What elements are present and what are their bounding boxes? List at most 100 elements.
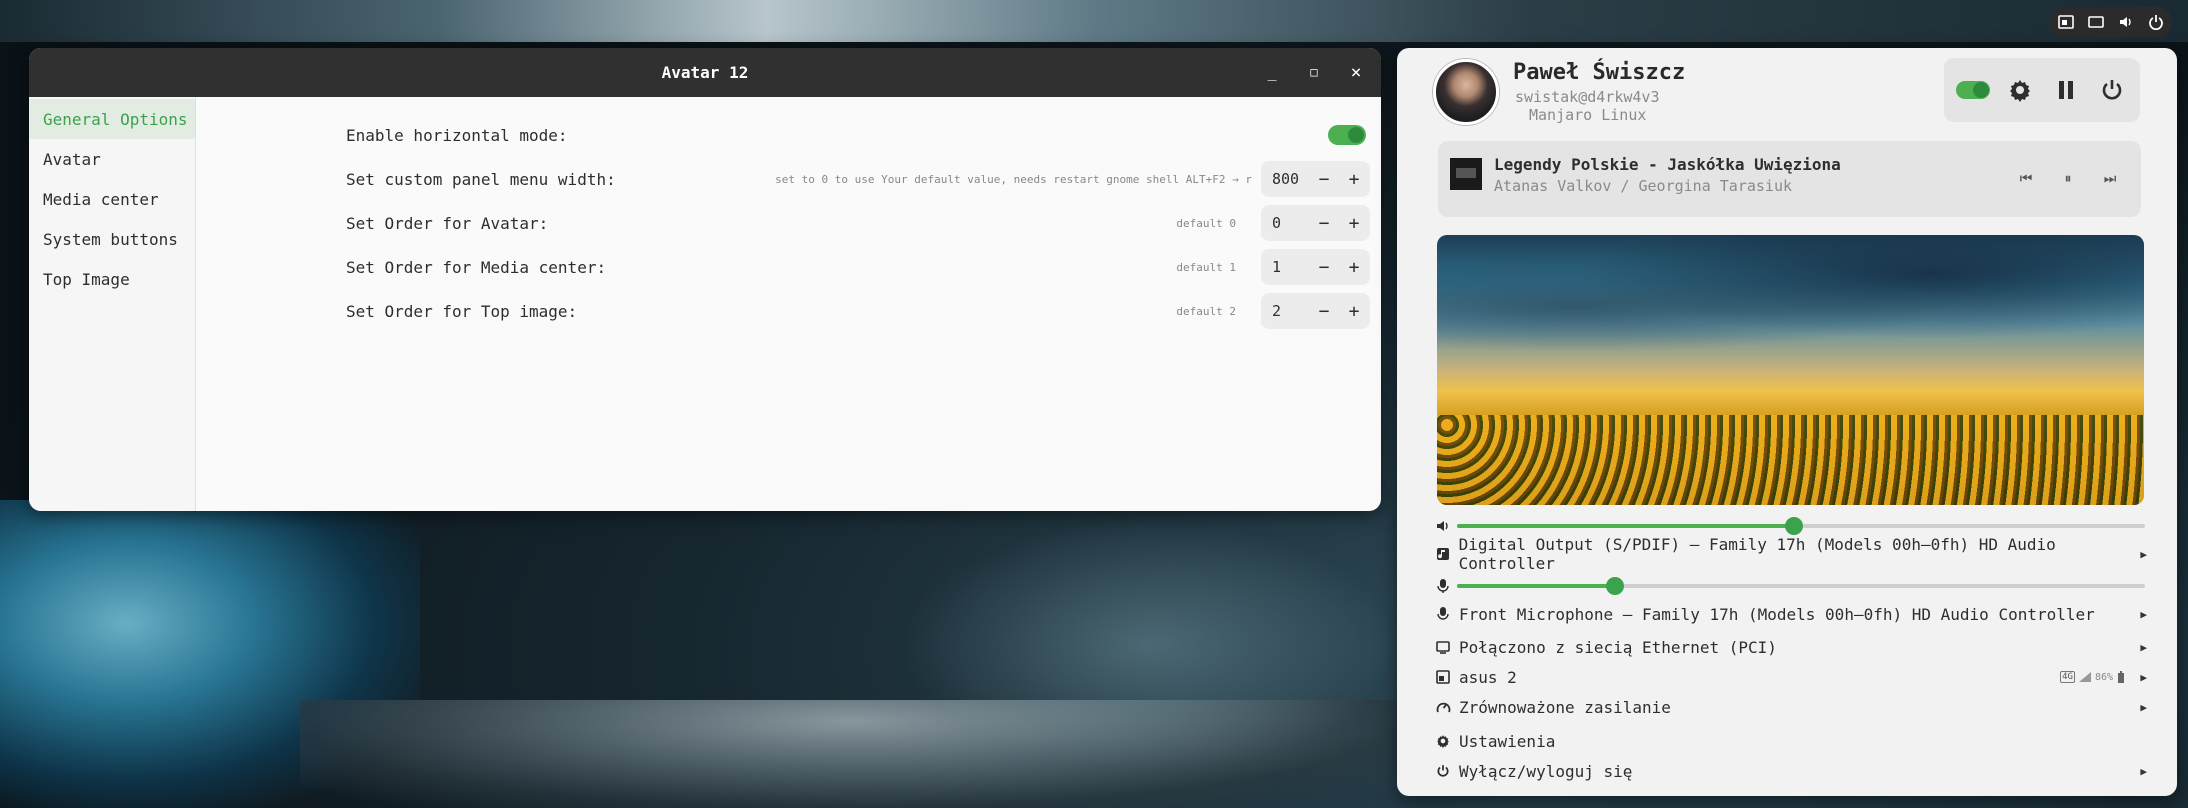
battery-icon	[2118, 671, 2124, 683]
user-name: Paweł Świszcz	[1513, 60, 1686, 85]
chevron-right-icon: ▶	[2140, 700, 2147, 714]
width-spinner[interactable]: 800 − +	[1261, 161, 1370, 197]
volume-icon[interactable]	[2118, 14, 2134, 30]
input-volume-slider[interactable]	[1457, 577, 2145, 595]
output-device-item[interactable]: Digital Output (S/PDIF) – Family 17h (Mo…	[1433, 535, 2147, 573]
input-device-item[interactable]: Front Microphone – Family 17h (Models 00…	[1433, 600, 2147, 628]
device-item[interactable]: asus 2 4G 86% ▶	[1433, 663, 2147, 691]
decrement-button[interactable]: −	[1309, 301, 1339, 322]
slider-fill	[1457, 524, 1794, 528]
gauge-icon	[1433, 697, 1453, 717]
device-label: asus 2	[1459, 667, 1517, 687]
top-bar-indicators[interactable]	[2050, 7, 2172, 37]
next-track-icon[interactable]: ⏭	[2100, 171, 2120, 187]
sidebar-item-media-center[interactable]: Media center	[29, 179, 195, 219]
decrement-button[interactable]: −	[1309, 169, 1339, 190]
speaker-icon[interactable]	[1433, 516, 1453, 536]
system-buttons	[1944, 58, 2140, 122]
track-artist: Atanas Valkov / Georgina Tarasiuk	[1494, 177, 1793, 195]
wallpaper-fog	[900, 520, 1400, 770]
quick-toggle[interactable]	[1956, 81, 1990, 99]
battery-percent: 86%	[2094, 671, 2113, 683]
increment-button[interactable]: +	[1339, 301, 1369, 322]
settings-sidebar: General Options Avatar Media center Syst…	[29, 97, 196, 511]
decrement-button[interactable]: −	[1309, 213, 1339, 234]
screen-share-icon[interactable]	[2058, 14, 2074, 30]
setting-label: Set custom panel menu width:	[346, 169, 616, 189]
logout-label: Wyłącz/wyloguj się	[1459, 761, 1633, 781]
top-image-sunflowers	[1437, 235, 2144, 505]
order-media-spinner[interactable]: 1 − +	[1261, 249, 1370, 285]
phone-link-icon	[1433, 667, 1453, 687]
music-note-icon	[1433, 544, 1453, 564]
ethernet-item[interactable]: Połączono z siecią Ethernet (PCI) ▶	[1433, 633, 2147, 661]
settings-window: Avatar 12 _ □ × General Options Avatar M…	[29, 48, 1381, 511]
pause-icon[interactable]	[2050, 74, 2082, 106]
microphone-icon[interactable]	[1433, 576, 1453, 596]
output-device-label: Digital Output (S/PDIF) – Family 17h (Mo…	[1458, 535, 2056, 573]
user-host: swistak@d4rkw4v3	[1515, 88, 1660, 106]
setting-order-avatar: Set Order for Avatar: default 0 0 − +	[346, 203, 1370, 243]
network-icon	[1433, 637, 1453, 657]
window-titlebar[interactable]: Avatar 12 _ □ ×	[29, 48, 1381, 97]
signal-badge: 4G	[2060, 671, 2075, 683]
spinner-value[interactable]: 2	[1261, 302, 1309, 320]
increment-button[interactable]: +	[1339, 169, 1369, 190]
microphone-icon	[1433, 604, 1453, 624]
power-icon[interactable]	[2096, 74, 2128, 106]
setting-order-media: Set Order for Media center: default 1 1 …	[346, 247, 1370, 287]
decrement-button[interactable]: −	[1309, 257, 1339, 278]
setting-hint: default 0	[1176, 216, 1236, 230]
maximize-button[interactable]: □	[1302, 60, 1326, 84]
sidebar-item-top-image[interactable]: Top Image	[29, 259, 195, 299]
power-icon[interactable]	[2148, 14, 2164, 30]
image-sunflower-field	[1437, 415, 2144, 505]
setting-label: Set Order for Media center:	[346, 257, 607, 277]
user-menu-panel: Paweł Świszcz swistak@d4rkw4v3 Manjaro L…	[1397, 48, 2177, 796]
chevron-right-icon: ▶	[2140, 640, 2147, 654]
chevron-right-icon: ▶	[2140, 547, 2147, 561]
setting-panel-width: Set custom panel menu width: set to 0 to…	[346, 159, 1370, 199]
avatar[interactable]	[1433, 59, 1499, 125]
slider-knob[interactable]	[1785, 517, 1803, 535]
order-top-image-spinner[interactable]: 2 − +	[1261, 293, 1370, 329]
image-sky	[1437, 235, 2144, 365]
settings-content: Enable horizontal mode: Set custom panel…	[196, 97, 1381, 511]
minimize-button[interactable]: _	[1260, 60, 1284, 84]
previous-track-icon[interactable]: ⏮	[2016, 171, 2036, 187]
album-cover	[1450, 158, 1482, 190]
logout-item[interactable]: Wyłącz/wyloguj się ▶	[1433, 757, 2147, 785]
spinner-value[interactable]: 800	[1261, 170, 1309, 188]
gear-icon[interactable]	[2004, 74, 2036, 106]
spinner-value[interactable]: 0	[1261, 214, 1309, 232]
settings-item[interactable]: Ustawienia	[1433, 727, 2147, 755]
device-status: 4G 86%	[2060, 671, 2125, 683]
horizontal-mode-toggle[interactable]	[1328, 125, 1366, 145]
setting-label: Enable horizontal mode:	[346, 125, 568, 145]
user-distro: Manjaro Linux	[1529, 106, 1647, 124]
slider-fill	[1457, 584, 1615, 588]
setting-hint: default 2	[1176, 304, 1236, 318]
pause-track-icon[interactable]: ⏸	[2058, 171, 2078, 187]
power-mode-item[interactable]: Zrównoważone zasilanie ▶	[1433, 693, 2147, 721]
sidebar-item-general-options[interactable]: General Options	[29, 99, 195, 139]
increment-button[interactable]: +	[1339, 257, 1369, 278]
ethernet-label: Połączono z siecią Ethernet (PCI)	[1459, 637, 1777, 657]
sidebar-item-system-buttons[interactable]: System buttons	[29, 219, 195, 259]
output-volume-slider[interactable]	[1457, 517, 2145, 535]
close-button[interactable]: ×	[1344, 60, 1368, 84]
power-mode-label: Zrównoważone zasilanie	[1459, 697, 1671, 717]
setting-hint: default 1	[1176, 260, 1236, 274]
display-icon[interactable]	[2088, 14, 2104, 30]
order-avatar-spinner[interactable]: 0 − +	[1261, 205, 1370, 241]
slider-knob[interactable]	[1606, 577, 1624, 595]
chevron-right-icon: ▶	[2140, 764, 2147, 778]
spinner-value[interactable]: 1	[1261, 258, 1309, 276]
input-device-label: Front Microphone – Family 17h (Models 00…	[1459, 604, 2095, 624]
setting-label: Set Order for Top image:	[346, 301, 578, 321]
increment-button[interactable]: +	[1339, 213, 1369, 234]
power-icon	[1433, 761, 1453, 781]
sidebar-item-avatar[interactable]: Avatar	[29, 139, 195, 179]
setting-hint: set to 0 to use Your default value, need…	[775, 172, 1252, 186]
setting-order-top-image: Set Order for Top image: default 2 2 − +	[346, 291, 1370, 331]
